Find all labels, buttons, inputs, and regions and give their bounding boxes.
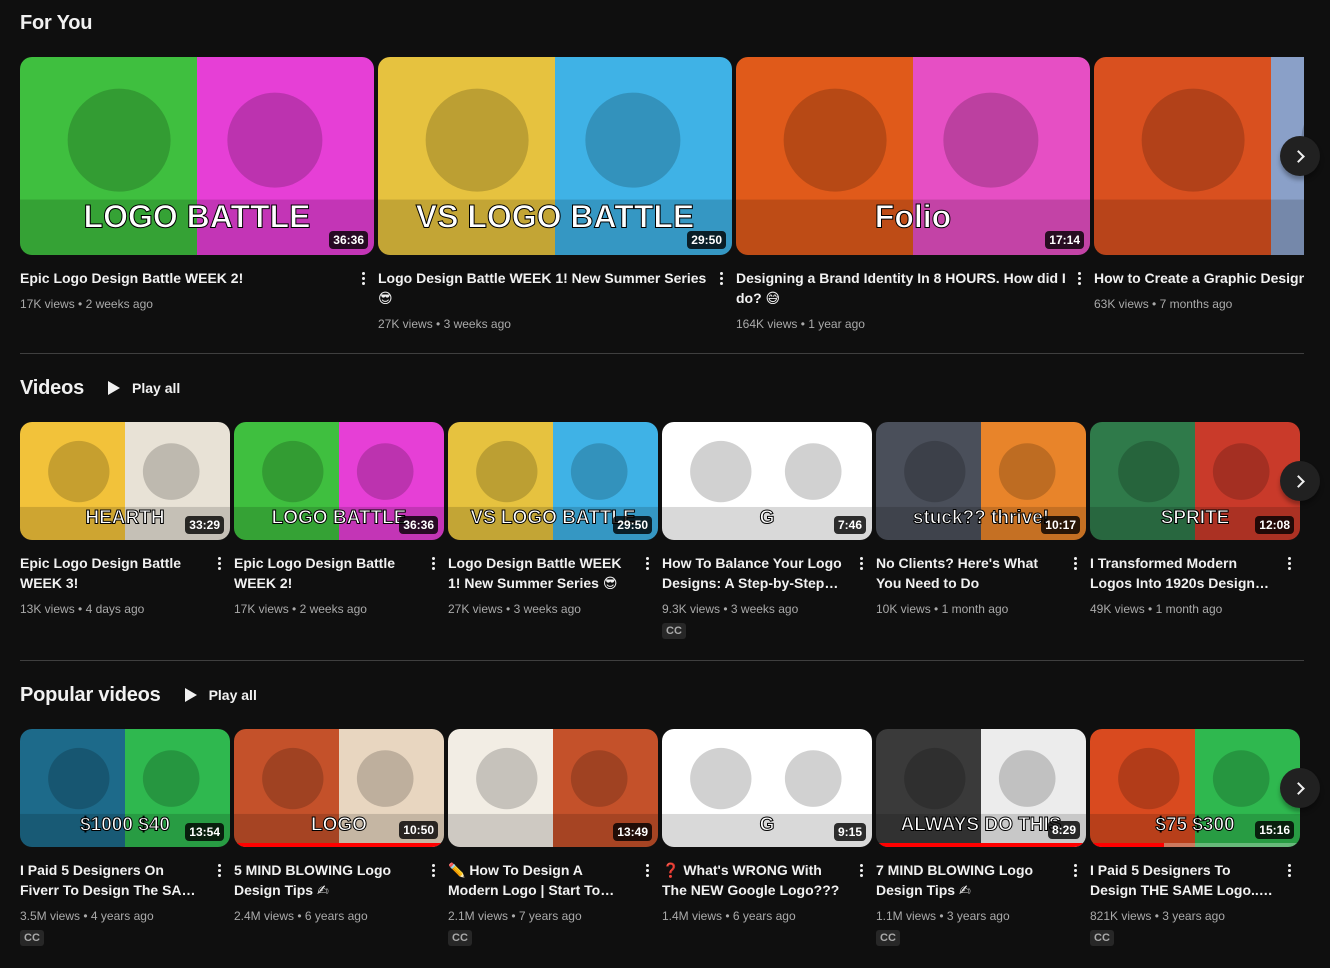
- video-card[interactable]: $1000 $40 13:54 I Paid 5 Designers On Fiv…: [20, 729, 230, 957]
- play-all-label: Play all: [208, 687, 257, 703]
- meta-separator: •: [936, 909, 947, 923]
- view-count: 2.4M views: [234, 909, 295, 923]
- upload-age: 3 years ago: [1162, 909, 1225, 923]
- video-card[interactable]: 13:49 ✏️ How To Design A Modern Logo | St…: [448, 729, 658, 957]
- video-title[interactable]: ✏️ How To Design A Modern Logo | Start T…: [448, 860, 634, 900]
- upload-age: 6 years ago: [304, 909, 368, 923]
- video-title[interactable]: ❓ What's WRONG With The NEW Google Logo?…: [662, 860, 848, 900]
- video-card[interactable]: $75 $300 15:16 I Paid 5 Designers To Desi…: [1090, 729, 1300, 957]
- cc-badge: CC: [20, 930, 44, 946]
- meta-separator: •: [1151, 909, 1163, 923]
- more-actions-icon[interactable]: [214, 860, 224, 880]
- view-count: 3.5M views: [20, 909, 81, 923]
- shelf-next-button[interactable]: [1280, 768, 1320, 808]
- thumbnail-text: G: [760, 814, 775, 835]
- duration-badge: 15:16: [1255, 821, 1294, 839]
- duration-badge: 13:49: [613, 823, 652, 841]
- play-icon: [184, 688, 197, 702]
- video-metadata: 2.1M views • 7 years ago: [448, 907, 582, 925]
- video-title[interactable]: 7 MIND BLOWING Logo Design Tips ✍: [876, 860, 1062, 900]
- meta-separator: •: [722, 909, 733, 923]
- section-header: Popular videos Play all: [20, 680, 257, 710]
- view-count: 821K views: [1090, 909, 1152, 923]
- thumbnail-text: $75 $300: [1155, 814, 1234, 835]
- video-metadata: 2.4M views • 6 years ago: [234, 907, 368, 925]
- video-title[interactable]: I Paid 5 Designers To Design THE SAME Lo…: [1090, 860, 1276, 900]
- section-title[interactable]: Popular videos: [20, 684, 161, 707]
- more-actions-icon[interactable]: [1284, 860, 1294, 880]
- duration-badge: 8:29: [1047, 821, 1080, 839]
- thumbnail-text: $1000 $40: [80, 814, 170, 835]
- duration-badge: 9:15: [833, 823, 866, 841]
- section-popular-videos: Popular videos Play all $1000 $40 13:54 I …: [20, 0, 1320, 968]
- meta-separator: •: [294, 909, 305, 923]
- meta-separator: •: [508, 909, 519, 923]
- video-thumbnail[interactable]: LOGO 10:50: [234, 729, 444, 847]
- play-all-button[interactable]: Play all: [184, 687, 257, 703]
- thumbnail-text: ALWAYS DO THIS: [901, 814, 1062, 835]
- upload-age: 3 years ago: [946, 909, 1010, 923]
- video-card[interactable]: G 9:15 ❓ What's WRONG With The NEW Google…: [662, 729, 872, 957]
- upload-age: 6 years ago: [732, 909, 796, 923]
- video-card[interactable]: LOGO 10:50 5 MIND BLOWING Logo Design Tip…: [234, 729, 444, 957]
- duration-badge: 10:50: [399, 821, 438, 839]
- video-thumbnail[interactable]: 13:49: [448, 729, 658, 847]
- cc-badge: CC: [876, 930, 900, 946]
- video-thumbnail[interactable]: $1000 $40 13:54: [20, 729, 230, 847]
- watch-progress-bar: [876, 843, 1086, 847]
- more-actions-icon[interactable]: [642, 860, 652, 880]
- upload-age: 4 years ago: [90, 909, 154, 923]
- watch-progress-bar: [234, 843, 444, 847]
- video-metadata: 1.1M views • 3 years ago: [876, 907, 1010, 925]
- cc-badge: CC: [448, 930, 472, 946]
- video-thumbnail[interactable]: G 9:15: [662, 729, 872, 847]
- duration-badge: 13:54: [185, 823, 224, 841]
- more-actions-icon[interactable]: [856, 860, 866, 880]
- view-count: 2.1M views: [448, 909, 509, 923]
- view-count: 1.4M views: [662, 909, 723, 923]
- chevron-right-icon: [1291, 781, 1305, 795]
- cc-badge: CC: [1090, 930, 1114, 946]
- video-shelf: $1000 $40 13:54 I Paid 5 Designers On Fiv…: [20, 729, 1304, 957]
- video-title[interactable]: I Paid 5 Designers On Fiverr To Design T…: [20, 860, 206, 900]
- video-metadata: 821K views • 3 years ago: [1090, 907, 1225, 925]
- view-count: 1.1M views: [876, 909, 937, 923]
- video-thumbnail[interactable]: $75 $300 15:16: [1090, 729, 1300, 847]
- upload-age: 7 years ago: [518, 909, 582, 923]
- video-title[interactable]: 5 MIND BLOWING Logo Design Tips ✍: [234, 860, 420, 900]
- video-card[interactable]: ALWAYS DO THIS 8:29 7 MIND BLOWING Logo D…: [876, 729, 1086, 957]
- video-thumbnail[interactable]: ALWAYS DO THIS 8:29: [876, 729, 1086, 847]
- video-metadata: 3.5M views • 4 years ago: [20, 907, 154, 925]
- meta-separator: •: [80, 909, 91, 923]
- video-metadata: 1.4M views • 6 years ago: [662, 907, 796, 925]
- watch-progress-bar: [1090, 843, 1164, 847]
- more-actions-icon[interactable]: [428, 860, 438, 880]
- thumbnail-text: LOGO: [311, 814, 367, 835]
- more-actions-icon[interactable]: [1070, 860, 1080, 880]
